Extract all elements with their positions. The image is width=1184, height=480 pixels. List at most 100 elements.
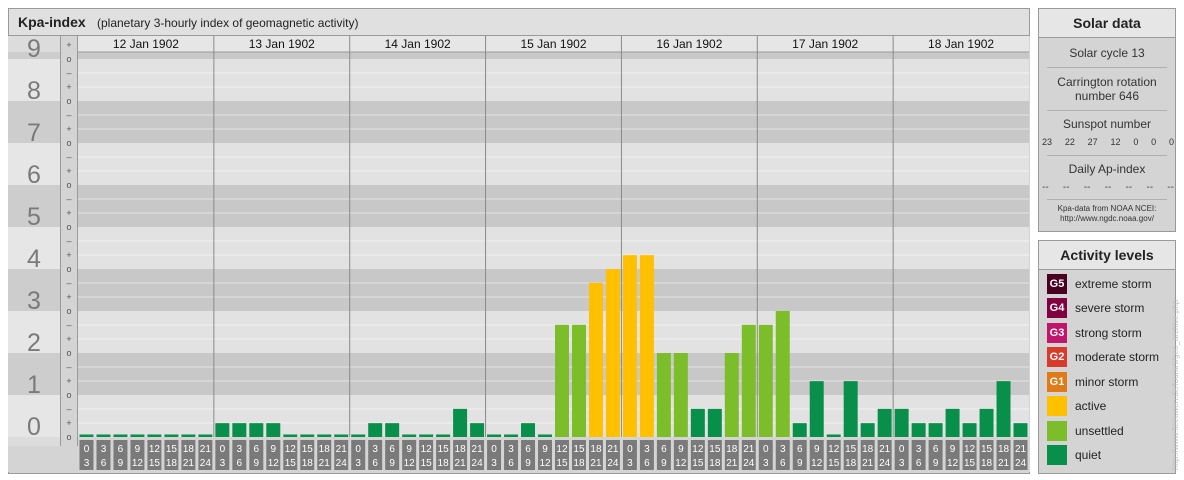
interval-start-label: 3 [780, 444, 786, 455]
interval-start-label: 18 [590, 444, 602, 455]
chart-title-bar: Kpa-index (planetary 3-hourly index of g… [8, 8, 1030, 36]
interval-end-label: 21 [862, 458, 874, 469]
interval-start-label: 6 [933, 444, 939, 455]
interval-start-label: 21 [607, 444, 619, 455]
y-minor-tick: o [66, 138, 71, 148]
interval-end-label: 24 [607, 458, 619, 469]
kp-bar [96, 434, 111, 437]
kp-bar [605, 269, 620, 437]
interval-start-label: 21 [879, 444, 891, 455]
y-minor-tick: – [66, 110, 71, 120]
y-minor-tick: + [66, 250, 71, 260]
kp-bar [232, 423, 247, 437]
kp-bar [453, 408, 468, 437]
kp-bar [843, 381, 858, 437]
kp-bar [673, 353, 688, 437]
sunspot-value: 0 [1151, 137, 1157, 147]
interval-start-label: 12 [556, 444, 568, 455]
y-minor-tick: + [66, 166, 71, 176]
interval-end-label: 18 [981, 458, 993, 469]
kp-bar [79, 434, 94, 437]
y-minor-tick: o [66, 222, 71, 232]
interval-end-label: 24 [200, 458, 212, 469]
sunspot-value: 12 [1110, 137, 1121, 147]
y-minor-tick: – [66, 278, 71, 288]
y-tick-label: 1 [27, 371, 41, 399]
kp-bar [758, 324, 773, 437]
interval-end-label: 15 [828, 458, 840, 469]
interval-start-label: 15 [709, 444, 721, 455]
ap-value: -- [1062, 182, 1070, 193]
interval-end-label: 6 [508, 458, 514, 469]
kp-band [78, 52, 1029, 59]
kp-bar [860, 423, 875, 437]
day-label: 17 Jan 1902 [792, 37, 858, 51]
ap-index-title: Daily Ap-index [1068, 162, 1146, 176]
ap-value: -- [1104, 182, 1112, 193]
interval-start-label: 6 [797, 444, 803, 455]
legend-quiet: quiet [1047, 445, 1101, 465]
interval-start-label: 21 [1015, 444, 1027, 455]
kp-bar [792, 423, 807, 437]
interval-end-label: 21 [726, 458, 738, 469]
interval-end-label: 6 [372, 458, 378, 469]
interval-end-label: 9 [661, 458, 667, 469]
interval-start-label: 21 [743, 444, 755, 455]
interval-end-label: 12 [268, 458, 280, 469]
interval-end-label: 3 [763, 458, 769, 469]
interval-start-label: 6 [661, 444, 667, 455]
ap-value: -- [1042, 182, 1049, 193]
interval-start-label: 15 [438, 444, 450, 455]
legend-moderate-storm: G2 moderate storm [1047, 347, 1159, 367]
y-minor-tick: – [66, 320, 71, 330]
kp-bar [690, 408, 705, 437]
kp-bar [147, 434, 162, 437]
kp-bar [198, 434, 213, 437]
interval-end-label: 3 [84, 458, 90, 469]
kp-bar [470, 423, 485, 437]
kp-bar [826, 434, 841, 437]
interval-start-label: 18 [998, 444, 1010, 455]
y-minor-tick: + [66, 124, 71, 134]
kp-bar [436, 434, 451, 437]
legend-label: extreme storm [1075, 277, 1152, 291]
interval-end-label: 21 [590, 458, 602, 469]
interval-end-label: 15 [556, 458, 568, 469]
interval-end-label: 9 [118, 458, 124, 469]
y-tick-label: 7 [27, 119, 41, 147]
sunspot-values: 23 22 27 12 0 0 0 [1042, 137, 1174, 147]
interval-start-label: 6 [389, 444, 395, 455]
interval-start-label: 18 [862, 444, 874, 455]
interval-end-label: 12 [132, 458, 144, 469]
kp-bar [894, 408, 909, 437]
interval-start-label: 3 [508, 444, 514, 455]
g3-badge: G3 [1047, 323, 1067, 343]
interval-start-label: 6 [118, 444, 124, 455]
kp-bar [962, 423, 977, 437]
interval-end-label: 12 [675, 458, 687, 469]
interval-start-label: 9 [678, 444, 684, 455]
interval-end-label: 15 [692, 458, 704, 469]
interval-start-label: 21 [200, 444, 212, 455]
interval-start-label: 0 [763, 444, 769, 455]
day-label: 12 Jan 1902 [113, 37, 179, 51]
interval-start-label: 9 [406, 444, 412, 455]
interval-start-label: 21 [336, 444, 348, 455]
kp-bar [945, 408, 960, 437]
interval-start-label: 0 [899, 444, 905, 455]
y-minor-tick: – [66, 362, 71, 372]
y-tick-label: 3 [27, 287, 41, 315]
interval-end-label: 24 [336, 458, 348, 469]
interval-end-label: 6 [780, 458, 786, 469]
divider [1047, 155, 1167, 156]
kp-bar [351, 434, 366, 437]
legend-label: quiet [1075, 448, 1102, 462]
interval-start-label: 3 [237, 444, 243, 455]
kp-band [78, 101, 1029, 143]
y-minor-tick: – [66, 236, 71, 246]
quiet-swatch [1047, 445, 1067, 465]
interval-end-label: 3 [899, 458, 905, 469]
kp-bar [928, 423, 943, 437]
interval-end-label: 15 [285, 458, 297, 469]
legend-label: active [1075, 399, 1107, 413]
